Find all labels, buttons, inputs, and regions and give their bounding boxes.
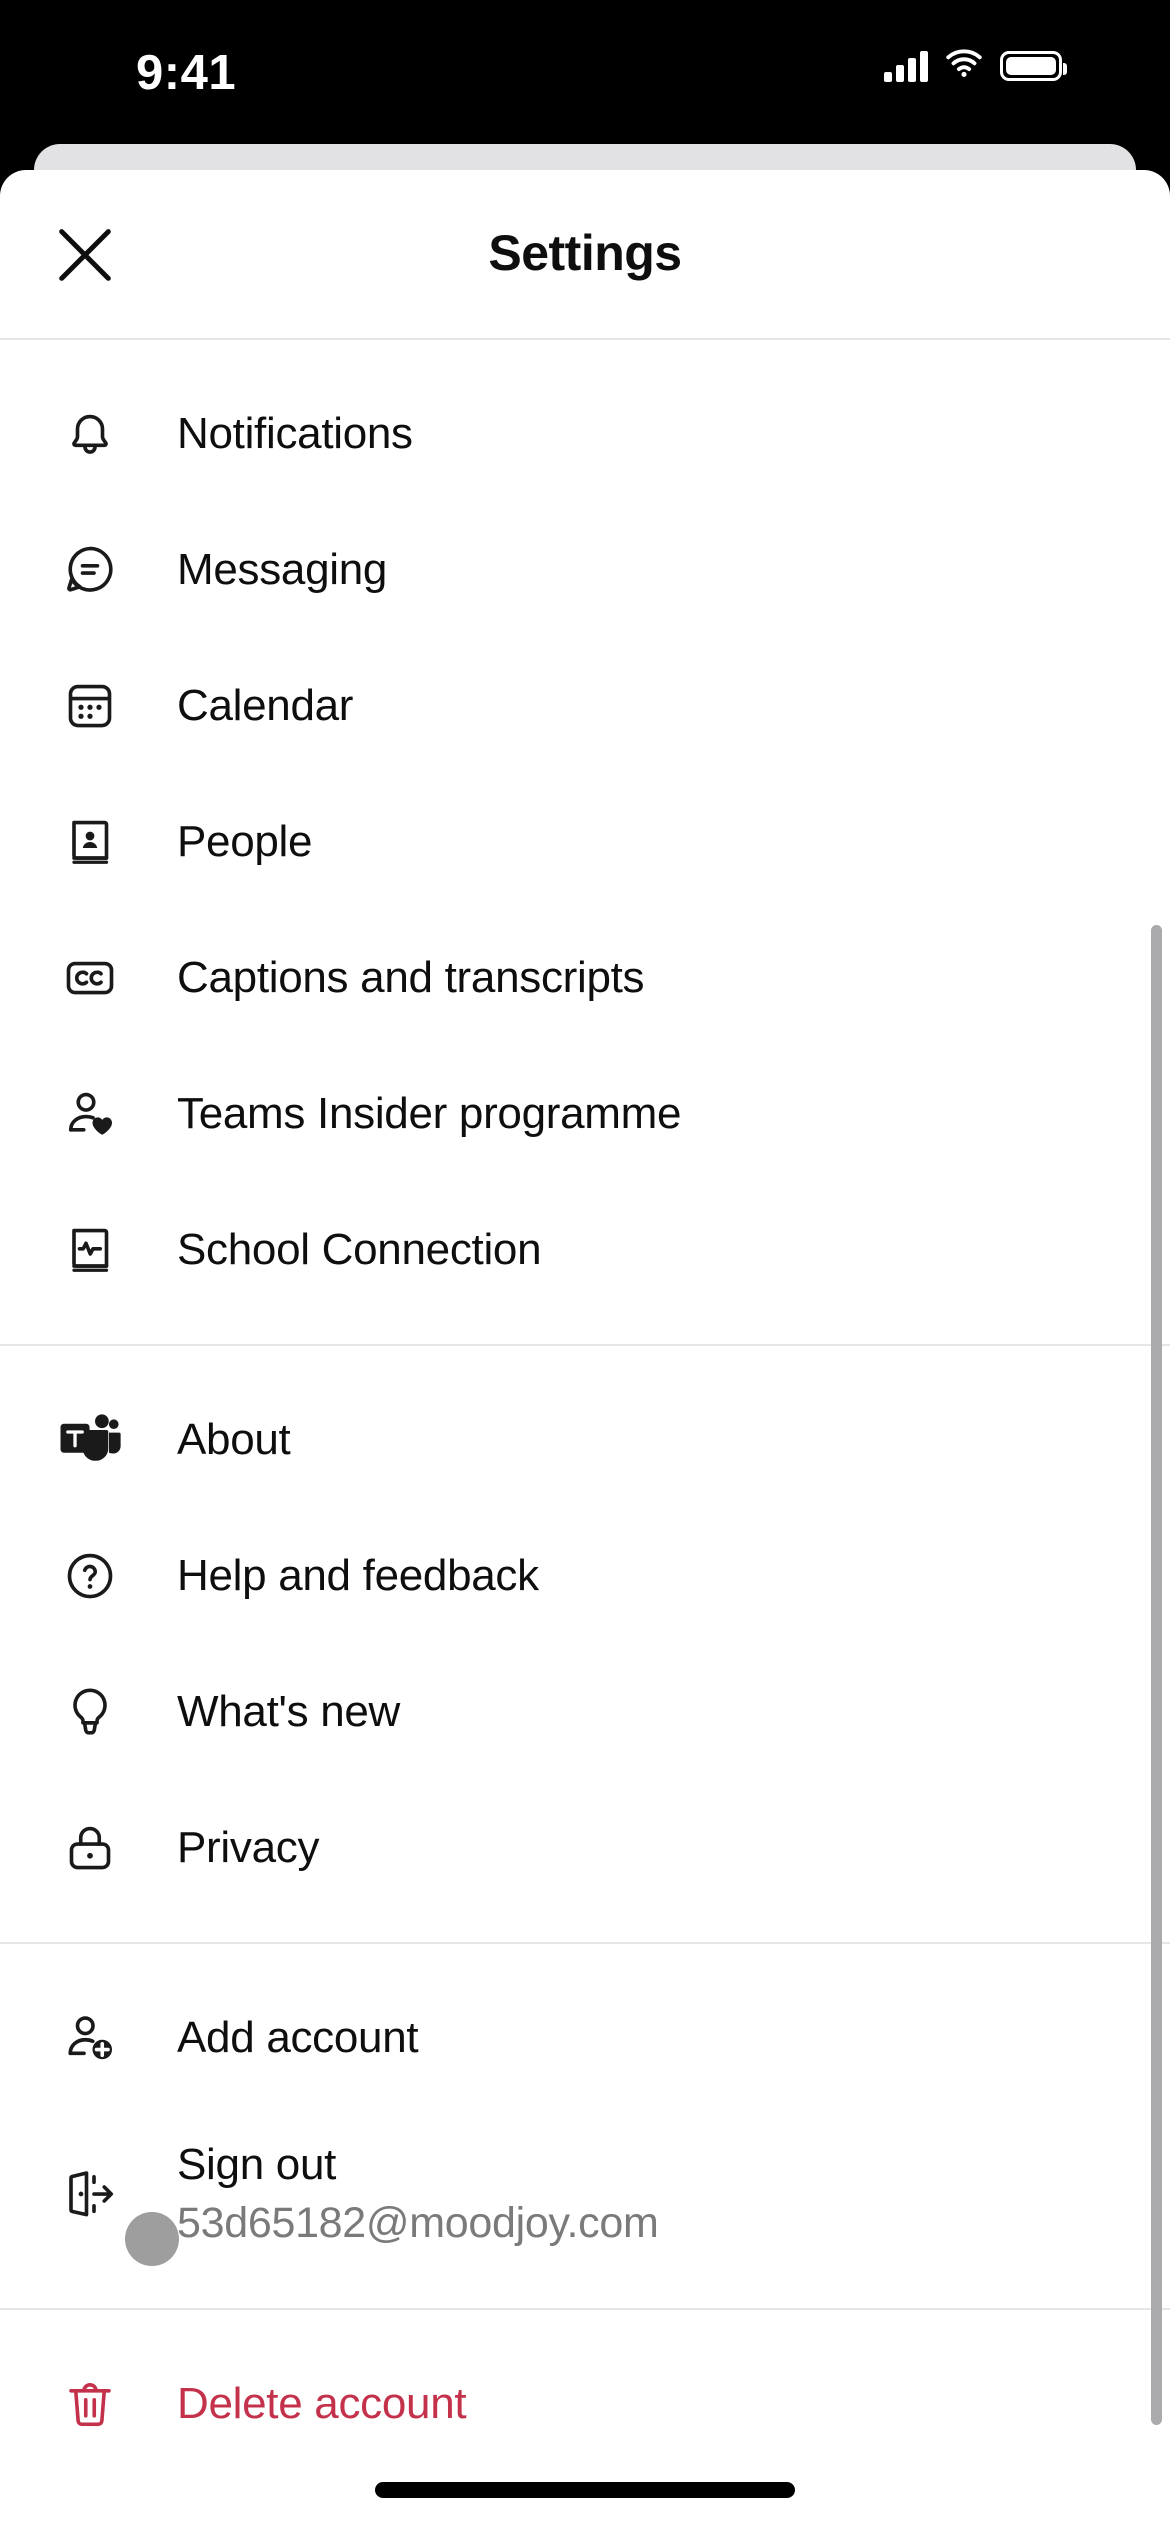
settings-item-label: Calendar [177, 681, 354, 730]
settings-item-label: Teams Insider programme [177, 1089, 682, 1138]
settings-item-about[interactable]: About [0, 1372, 1170, 1508]
settings-sheet: Settings Notifications Messaging Calenda… [0, 170, 1170, 2532]
trash-icon [58, 2372, 122, 2436]
page-title: Settings [488, 225, 682, 281]
settings-item-label: People [177, 817, 313, 866]
phone-screen: 9:41 Settings Notifications Messaging Ca… [0, 0, 1170, 2532]
section-danger: Delete account [0, 2308, 1170, 2472]
status-bar: 9:41 [0, 0, 1170, 150]
closed-caption-icon [58, 946, 122, 1010]
settings-item-teams-insider[interactable]: Teams Insider programme [0, 1046, 1170, 1182]
settings-item-label: Notifications [177, 409, 413, 458]
status-bar-time: 9:41 [136, 46, 237, 100]
lightbulb-icon [58, 1680, 122, 1744]
section-app-settings: Notifications Messaging Calendar People … [0, 340, 1170, 1344]
settings-item-label: School Connection [177, 1225, 542, 1274]
settings-item-school-connection[interactable]: School Connection [0, 1182, 1170, 1318]
section-account: Add account Sign out 53d65182@moodjoy.co… [0, 1942, 1170, 2308]
calendar-icon [58, 674, 122, 738]
settings-item-label: About [177, 1415, 291, 1464]
settings-item-label: Messaging [177, 545, 388, 594]
teams-logo-icon [58, 1408, 122, 1472]
person-add-icon [58, 2006, 122, 2070]
sign-out-icon [58, 2162, 122, 2226]
settings-item-add-account[interactable]: Add account [0, 1970, 1170, 2106]
settings-item-delete-account[interactable]: Delete account [0, 2336, 1170, 2472]
settings-item-privacy[interactable]: Privacy [0, 1780, 1170, 1916]
battery-icon [1000, 50, 1067, 81]
settings-item-calendar[interactable]: Calendar [0, 638, 1170, 774]
contact-book-icon [58, 810, 122, 874]
bell-icon [58, 402, 122, 466]
settings-item-label: Add account [177, 2013, 419, 2062]
touch-indicator-dot [125, 2212, 179, 2266]
settings-item-notifications[interactable]: Notifications [0, 366, 1170, 502]
lock-icon [58, 1816, 122, 1880]
settings-item-label: Privacy [177, 1823, 320, 1872]
settings-item-label: Help and feedback [177, 1551, 539, 1600]
settings-item-help-and-feedback[interactable]: Help and feedback [0, 1508, 1170, 1644]
sheet-header: Settings [0, 170, 1170, 340]
chat-bubble-icon [58, 538, 122, 602]
question-circle-icon [58, 1544, 122, 1608]
home-indicator [375, 2482, 795, 2498]
settings-item-messaging[interactable]: Messaging [0, 502, 1170, 638]
person-heart-icon [58, 1082, 122, 1146]
vertical-scrollbar[interactable] [1151, 925, 1162, 2425]
settings-item-label: Sign out [177, 2139, 337, 2189]
wifi-icon [945, 48, 983, 83]
book-pulse-icon [58, 1218, 122, 1282]
settings-item-whats-new[interactable]: What's new [0, 1644, 1170, 1780]
settings-item-label: What's new [177, 1687, 401, 1736]
sign-out-text: Sign out 53d65182@moodjoy.com [177, 2137, 659, 2252]
settings-item-sign-out[interactable]: Sign out 53d65182@moodjoy.com [0, 2106, 1170, 2282]
settings-item-people[interactable]: People [0, 774, 1170, 910]
settings-item-label: Captions and transcripts [177, 953, 645, 1002]
settings-item-label: Delete account [177, 2379, 467, 2428]
signal-bars-icon [884, 50, 928, 82]
status-bar-indicators [884, 48, 1067, 83]
section-info: About Help and feedback What's new Priva… [0, 1344, 1170, 1942]
settings-item-captions[interactable]: Captions and transcripts [0, 910, 1170, 1046]
signed-in-account-email: 53d65182@moodjoy.com [177, 2198, 659, 2247]
